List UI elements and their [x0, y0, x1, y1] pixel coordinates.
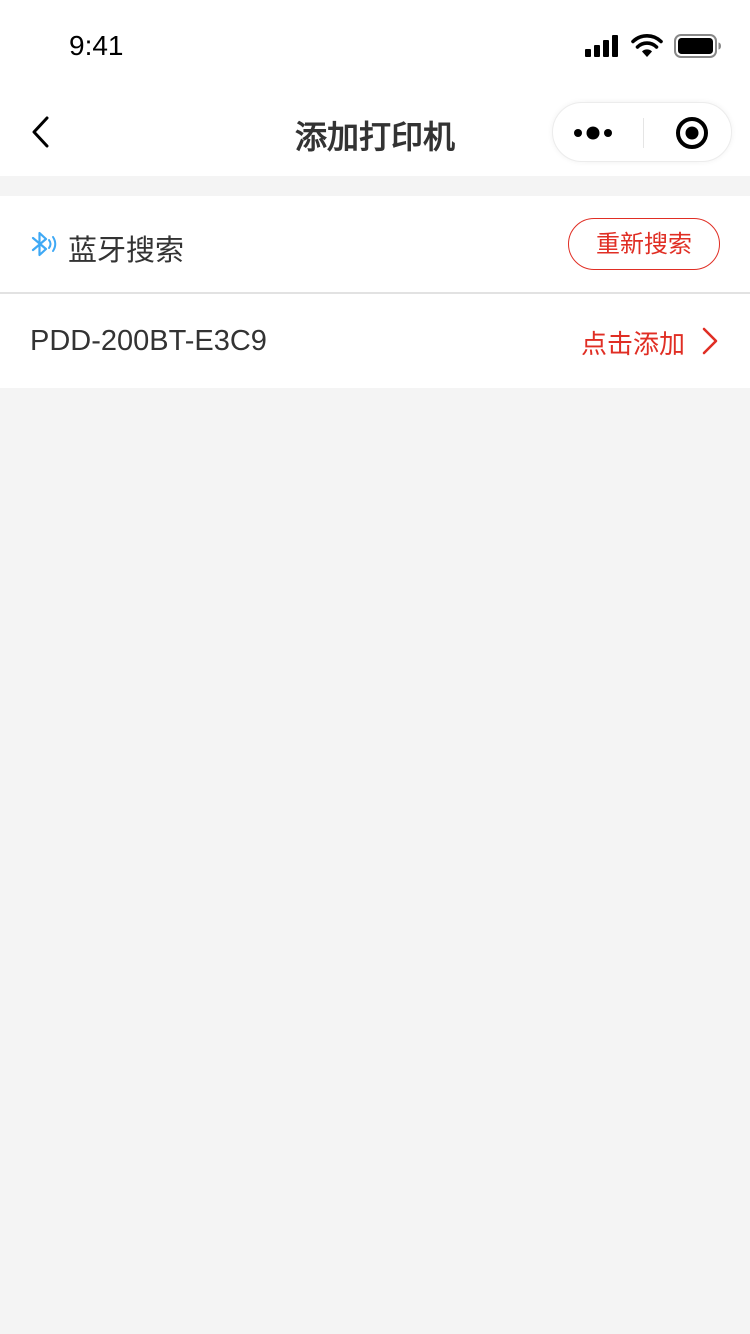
- signal-icon: [585, 35, 618, 57]
- chevron-right-icon: [702, 327, 718, 355]
- close-button[interactable]: [644, 103, 732, 163]
- wifi-icon: [631, 34, 663, 57]
- bluetooth-header: 蓝牙搜索 重新搜索: [0, 196, 750, 292]
- status-time: 9:41: [69, 30, 124, 61]
- battery-icon: [674, 34, 721, 58]
- device-row[interactable]: PDD-200BT-E3C9 点击添加: [0, 294, 750, 388]
- device-name: PDD-200BT-E3C9: [30, 325, 267, 357]
- bluetooth-title: 蓝牙搜索: [68, 233, 185, 267]
- status-bar: 9:41: [0, 0, 750, 88]
- bluetooth-icon: [31, 231, 57, 257]
- screen: 9:41 添加打印机 蓝牙搜索 重新搜索 PDD-200BT-E3C9 点击添加: [0, 0, 750, 1334]
- add-device-link[interactable]: 点击添加: [581, 324, 685, 361]
- status-icons: [585, 33, 722, 59]
- research-button[interactable]: 重新搜索: [568, 218, 720, 270]
- menu-capsule: [552, 102, 732, 162]
- nav-bar: 添加打印机: [0, 88, 750, 176]
- more-button[interactable]: [553, 103, 643, 163]
- close-target-icon: [676, 117, 708, 149]
- more-dots-icon: [574, 126, 612, 140]
